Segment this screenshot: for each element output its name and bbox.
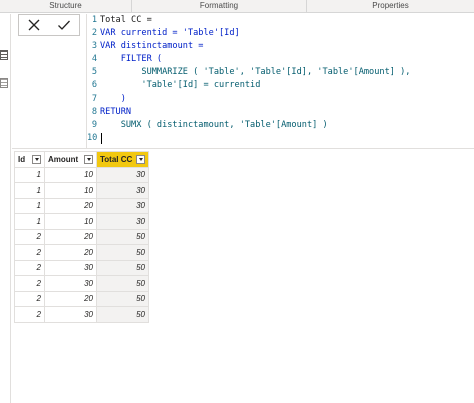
cell-amount[interactable]: 20 <box>44 244 97 261</box>
cell-id[interactable]: 2 <box>14 290 45 307</box>
header-row: Id Amount Total CC <box>14 151 149 168</box>
cell-total-cc[interactable]: 50 <box>96 290 149 307</box>
code-line: 10 <box>87 132 474 145</box>
ribbon-section-formatting: Formatting <box>132 0 307 12</box>
cell-id[interactable]: 1 <box>14 182 45 199</box>
cell-total-cc[interactable]: 30 <box>96 166 149 183</box>
line-number: 9 <box>91 119 97 130</box>
cell-total-cc[interactable]: 50 <box>96 275 149 292</box>
cell-amount[interactable]: 30 <box>44 259 97 276</box>
code-line: 4 FILTER ( <box>87 53 474 66</box>
cell-id[interactable]: 1 <box>14 197 45 214</box>
ribbon-section-properties: Properties <box>372 1 409 10</box>
line-number: 10 <box>87 132 98 143</box>
close-icon <box>28 19 40 31</box>
column-header-amount[interactable]: Amount <box>44 151 97 168</box>
filter-dropdown-icon[interactable] <box>84 154 93 164</box>
code-line: 7 ) <box>87 93 474 106</box>
table-row: 2 30 50 <box>14 259 149 276</box>
code-line: 2 VAR currentid = 'Table'[Id] <box>87 27 474 40</box>
commit-button[interactable] <box>52 15 76 35</box>
cell-amount[interactable]: 30 <box>44 306 97 323</box>
line-number: 3 <box>91 41 97 52</box>
cell-total-cc[interactable]: 50 <box>96 306 149 323</box>
table-row: 1 10 30 <box>14 166 149 183</box>
table-row: 1 10 30 <box>14 213 149 230</box>
code-text: Total CC = <box>100 15 152 25</box>
code-text: VAR distinctamount = <box>100 41 204 52</box>
data-grid: Id Amount Total CC 1 10 30 1 10 30 1 20 30 1 10… <box>14 151 149 323</box>
cell-id[interactable]: 2 <box>14 275 45 292</box>
line-number: 4 <box>91 54 97 65</box>
line-number: 1 <box>91 15 97 25</box>
ribbon-section-structure: Structure <box>0 0 132 12</box>
formula-bar: 1 Total CC = 2 VAR currentid = 'Table'[I… <box>12 14 474 148</box>
table-row: 2 30 50 <box>14 306 149 323</box>
checkmark-icon <box>58 20 70 30</box>
cell-id[interactable]: 2 <box>14 259 45 276</box>
table-row: 2 20 50 <box>14 244 149 261</box>
filter-dropdown-icon[interactable] <box>136 154 145 164</box>
table-row: 1 20 30 <box>14 197 149 214</box>
cell-id[interactable]: 2 <box>14 228 45 245</box>
code-line: 9 SUMX ( distinctamount, 'Table'[Amount]… <box>87 119 474 132</box>
cell-amount[interactable]: 10 <box>44 166 97 183</box>
cell-total-cc[interactable]: 50 <box>96 228 149 245</box>
cell-amount[interactable]: 30 <box>44 275 97 292</box>
cell-amount[interactable]: 10 <box>44 182 97 199</box>
text-cursor <box>101 132 102 144</box>
table-row: 1 10 30 <box>14 182 149 199</box>
code-text: ) <box>100 93 126 104</box>
code-line: 3 VAR distinctamount = <box>87 40 474 53</box>
cell-amount[interactable]: 20 <box>44 197 97 214</box>
cell-total-cc[interactable]: 30 <box>96 197 149 214</box>
dax-formula-editor[interactable]: 1 Total CC = 2 VAR currentid = 'Table'[I… <box>86 14 474 148</box>
cell-id[interactable]: 1 <box>14 213 45 230</box>
table-row: 2 30 50 <box>14 275 149 292</box>
divider <box>12 148 474 149</box>
column-header-id[interactable]: Id <box>14 151 45 168</box>
table-row: 2 20 50 <box>14 290 149 307</box>
filter-dropdown-icon[interactable] <box>32 154 41 164</box>
line-number: 8 <box>91 106 97 117</box>
code-text: 'Table'[Id] = currentid <box>100 80 261 91</box>
line-number: 5 <box>91 67 97 78</box>
cell-id[interactable]: 1 <box>14 166 45 183</box>
cell-total-cc[interactable]: 30 <box>96 213 149 230</box>
code-line: 6 'Table'[Id] = currentid <box>87 79 474 92</box>
table-row: 2 20 50 <box>14 228 149 245</box>
line-number: 7 <box>91 93 97 104</box>
cell-id[interactable]: 2 <box>14 244 45 261</box>
line-number: 6 <box>91 80 97 91</box>
ribbon-section-header: Structure Formatting Properties <box>0 0 474 13</box>
cell-total-cc[interactable]: 50 <box>96 244 149 261</box>
view-rail <box>0 14 11 403</box>
formula-commit-controls <box>18 14 80 36</box>
column-header-label: Amount <box>48 154 79 164</box>
code-line: 1 Total CC = <box>87 14 474 27</box>
code-text: VAR currentid = 'Table'[Id] <box>100 28 240 39</box>
cell-amount[interactable]: 10 <box>44 213 97 230</box>
column-header-label: Total CC <box>100 154 133 164</box>
code-line: 5 SUMMARIZE ( 'Table', 'Table'[Id], 'Tab… <box>87 66 474 79</box>
column-header-total-cc[interactable]: Total CC <box>96 151 149 168</box>
code-text: SUMX ( distinctamount, 'Table'[Amount] ) <box>100 119 328 130</box>
line-number: 2 <box>91 28 97 39</box>
cell-total-cc[interactable]: 30 <box>96 182 149 199</box>
cell-total-cc[interactable]: 50 <box>96 259 149 276</box>
data-view-icon[interactable] <box>0 50 8 60</box>
cell-amount[interactable]: 20 <box>44 290 97 307</box>
code-text: RETURN <box>100 106 132 117</box>
code-text: FILTER ( <box>100 54 163 65</box>
cell-id[interactable]: 2 <box>14 306 45 323</box>
column-header-label: Id <box>18 154 26 164</box>
code-text: SUMMARIZE ( 'Table', 'Table'[Id], 'Table… <box>100 67 411 78</box>
cell-amount[interactable]: 20 <box>44 228 97 245</box>
code-line: 8 RETURN <box>87 106 474 119</box>
model-view-icon[interactable] <box>0 78 8 88</box>
cancel-button[interactable] <box>22 15 46 35</box>
